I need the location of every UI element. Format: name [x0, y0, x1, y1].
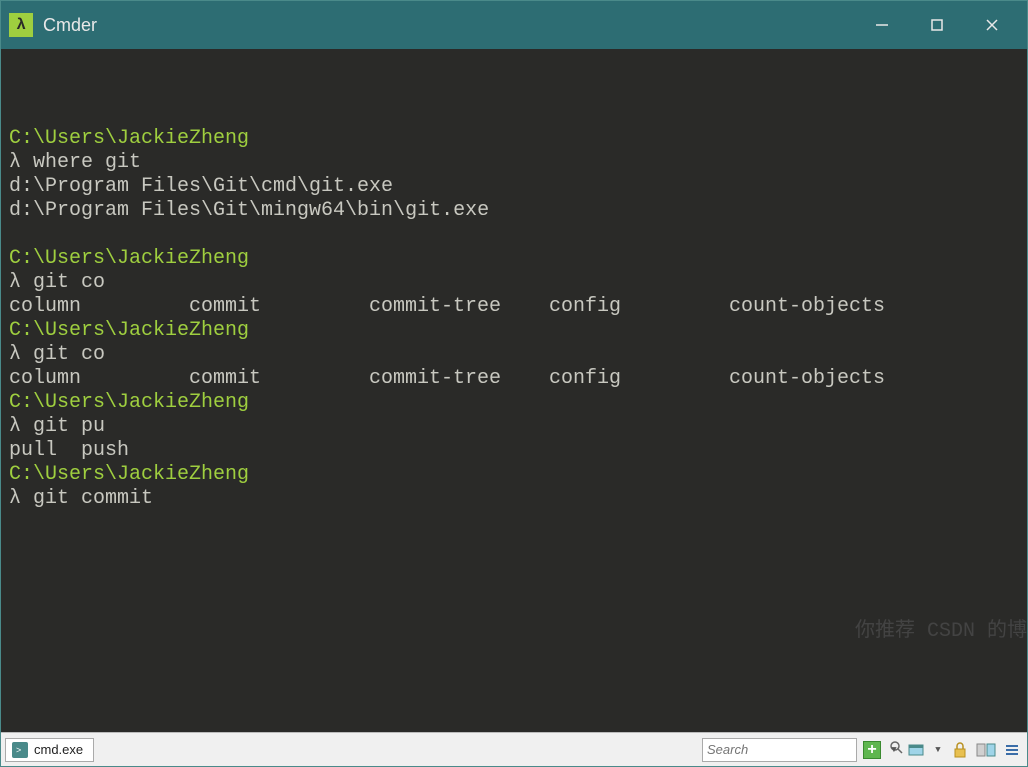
tab-cmd[interactable]: > cmd.exe [5, 738, 94, 762]
menu-button[interactable] [1001, 739, 1023, 761]
prompt-path: C:\Users\JackieZheng [9, 319, 249, 342]
lock-button[interactable] [949, 739, 971, 761]
chevron-down-icon: ▼ [935, 745, 940, 755]
console-icon: > [12, 742, 28, 758]
show-tabs-dropdown[interactable]: ▼ [931, 739, 945, 761]
prompt-path: C:\Users\JackieZheng [9, 463, 249, 486]
maximize-button[interactable] [909, 1, 964, 49]
new-console-button[interactable]: + [861, 739, 883, 761]
completion-item: column [9, 367, 189, 391]
terminal-viewport[interactable]: C:\Users\JackieZhengλ where gitd:\Progra… [1, 49, 1027, 732]
terminal-line: C:\Users\JackieZheng [9, 391, 1019, 415]
windows-icon [976, 742, 996, 758]
terminal-line: λ where git [9, 151, 1019, 175]
plus-icon: + [863, 741, 881, 759]
command-text: git co [21, 271, 105, 294]
command-text: git pu [21, 415, 105, 438]
window-controls [854, 1, 1019, 49]
completion-item: column [9, 295, 189, 319]
prompt-lambda: λ [9, 151, 21, 174]
terminal-line: pull push [9, 439, 1019, 463]
tab-label: cmd.exe [34, 742, 83, 757]
completion-item: count-objects [729, 367, 909, 391]
search-box[interactable] [702, 738, 857, 762]
prompt-path: C:\Users\JackieZheng [9, 127, 249, 150]
terminal-line: d:\Program Files\Git\mingw64\bin\git.exe [9, 199, 1019, 223]
close-button[interactable] [964, 1, 1019, 49]
completion-item: commit [189, 295, 369, 319]
completion-item: config [549, 295, 729, 319]
prompt-lambda: λ [9, 343, 21, 366]
terminal-line: d:\Program Files\Git\cmd\git.exe [9, 175, 1019, 199]
terminal-line: C:\Users\JackieZheng [9, 463, 1019, 487]
statusbar: > cmd.exe + ▼ ▼ [1, 732, 1027, 766]
prompt-lambda: λ [9, 487, 21, 510]
show-tabs-button[interactable] [905, 739, 927, 761]
terminal-line: λ git pu [9, 415, 1019, 439]
titlebar-left: λ Cmder [9, 13, 97, 37]
terminal-line: C:\Users\JackieZheng [9, 247, 1019, 271]
completion-item: config [549, 367, 729, 391]
command-text: where git [21, 151, 141, 174]
terminal-line: columncommitcommit-treeconfigcount-objec… [9, 367, 1019, 391]
windows-list-button[interactable] [975, 739, 997, 761]
prompt-path: C:\Users\JackieZheng [9, 247, 249, 270]
titlebar: λ Cmder [1, 1, 1027, 49]
terminal-line: λ git co [9, 271, 1019, 295]
completion-item: count-objects [729, 295, 909, 319]
terminal-line: λ git commit [9, 487, 1019, 511]
new-console-dropdown[interactable]: ▼ [887, 739, 901, 761]
terminal-line: C:\Users\JackieZheng [9, 319, 1019, 343]
prompt-path: C:\Users\JackieZheng [9, 391, 249, 414]
prompt-lambda: λ [9, 415, 21, 438]
prompt-lambda: λ [9, 271, 21, 294]
completion-item: commit [189, 367, 369, 391]
terminal-line: λ git co [9, 343, 1019, 367]
terminal-line [9, 223, 1019, 247]
status-right: + ▼ ▼ [702, 738, 1023, 762]
status-left: > cmd.exe [5, 738, 94, 762]
app-icon: λ [9, 13, 33, 37]
lock-icon [953, 742, 967, 758]
search-input[interactable] [707, 742, 885, 757]
chevron-down-icon: ▼ [891, 745, 896, 755]
completion-item: commit-tree [369, 367, 549, 391]
completion-item: commit-tree [369, 295, 549, 319]
watermark-text: 你推荐 CSDN 的博 [855, 620, 1027, 644]
terminal-line [9, 103, 1019, 127]
command-text: git commit [21, 487, 153, 510]
window-title: Cmder [43, 15, 97, 36]
svg-text:>: > [16, 745, 21, 755]
minimize-button[interactable] [854, 1, 909, 49]
command-text: git co [21, 343, 105, 366]
terminal-line: C:\Users\JackieZheng [9, 127, 1019, 151]
hamburger-icon [1004, 742, 1020, 758]
terminal-line: columncommitcommit-treeconfigcount-objec… [9, 295, 1019, 319]
